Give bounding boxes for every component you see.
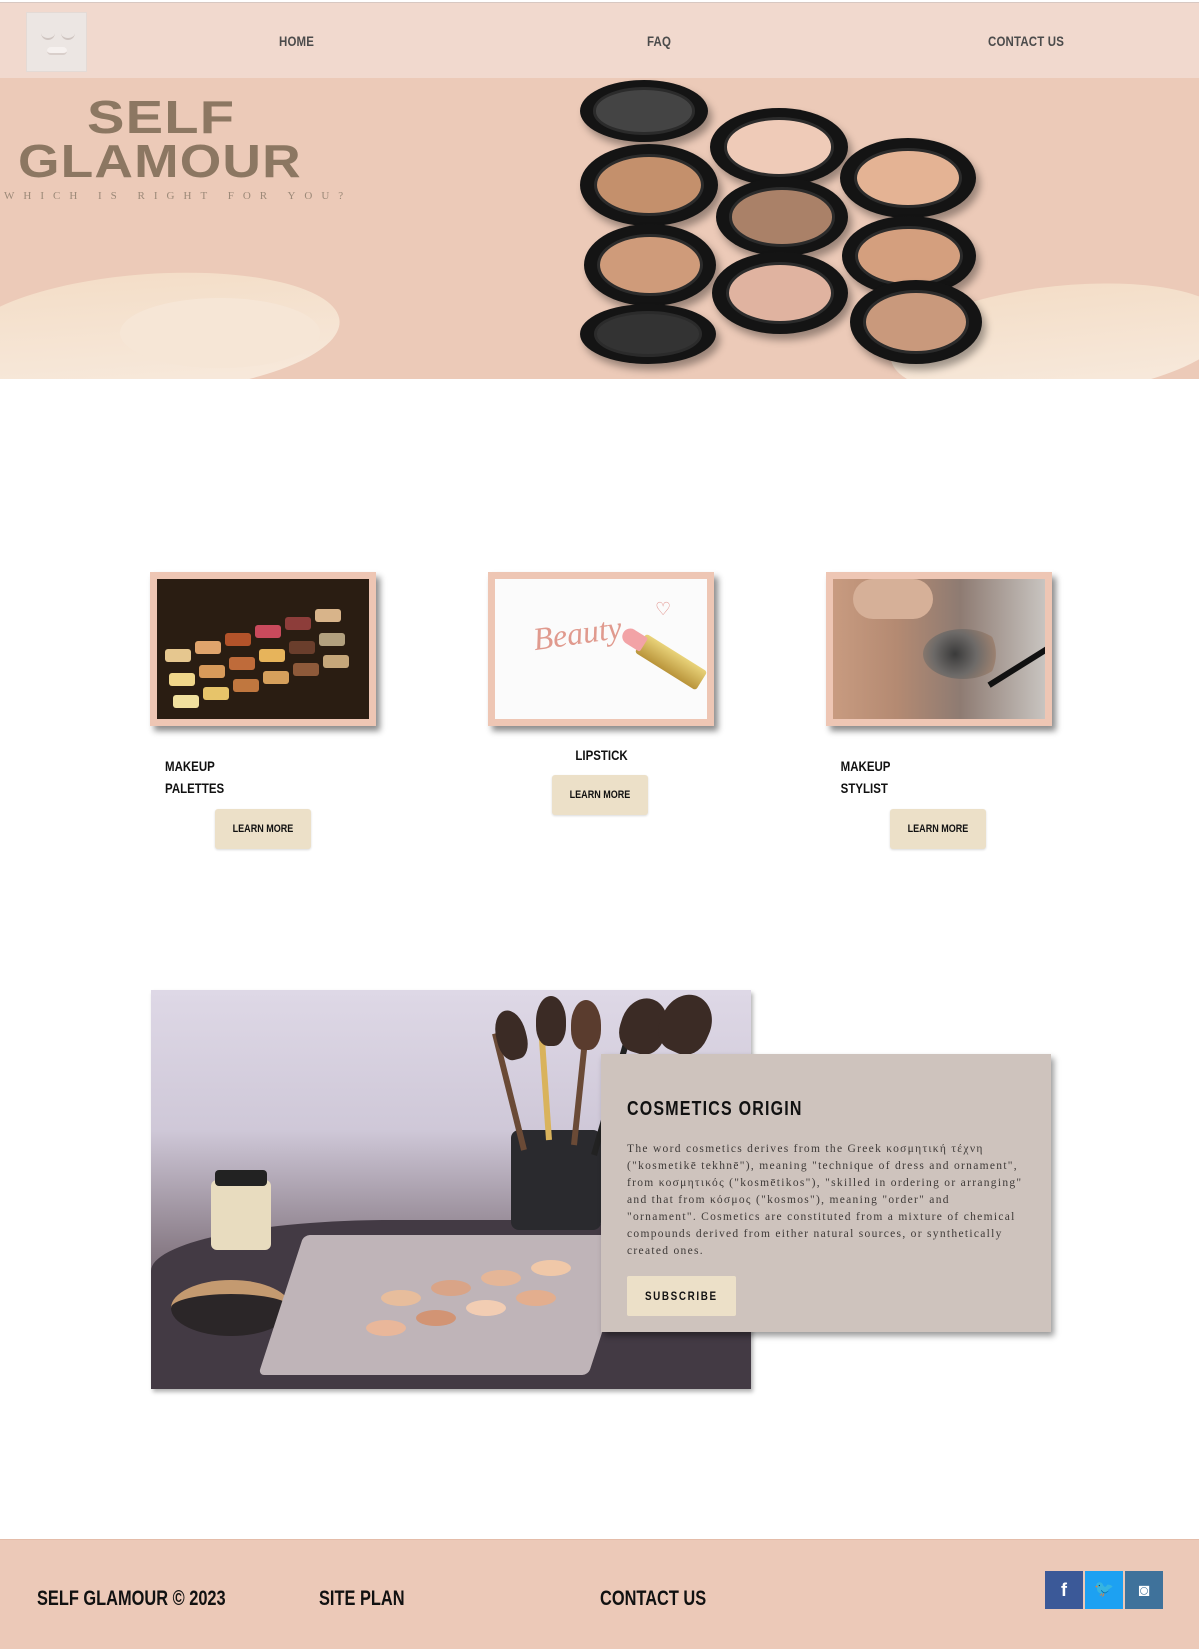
nav-contact-link[interactable]: CONTACT US xyxy=(988,33,1064,49)
powder-compacts-image xyxy=(580,80,1040,370)
button-label: LEARN MORE xyxy=(907,823,969,835)
palette-tray-shape xyxy=(258,1235,634,1375)
learn-more-button-lipstick[interactable]: LEARN MORE xyxy=(552,775,648,815)
instagram-glyph: ◙ xyxy=(1138,1580,1150,1600)
site-footer: SELF GLAMOUR © 2023 SITE PLAN CONTACT US… xyxy=(0,1539,1199,1649)
powder-jar-shape xyxy=(211,1170,271,1250)
hero-title: GLAMOUR xyxy=(18,135,302,187)
footer-contact-link[interactable]: CONTACT US xyxy=(600,1587,706,1611)
site-logo[interactable] xyxy=(26,12,87,72)
instagram-icon[interactable]: ◙ xyxy=(1125,1571,1163,1609)
card-label-line: STYLIST xyxy=(840,780,888,796)
heart-icon: ♡ xyxy=(655,599,672,619)
hero-brushstroke xyxy=(120,298,320,368)
eyelash-icon xyxy=(41,33,55,40)
beauty-script-text: Beauty xyxy=(530,608,624,658)
twitter-glyph: 🐦 xyxy=(1094,1581,1114,1598)
origin-title: COSMETICS ORIGIN xyxy=(627,1098,803,1120)
card-image-lipstick[interactable]: Beauty ♡ xyxy=(488,572,714,726)
hero-tagline: WHICH IS RIGHT FOR YOU? xyxy=(4,190,353,202)
mascara-eye-image xyxy=(833,579,1045,719)
card-label-makeup-palettes: MAKEUP PALETTES xyxy=(165,755,225,799)
hero-banner: SELF GLAMOUR WHICH IS RIGHT FOR YOU? xyxy=(0,78,1199,379)
card-label-lipstick: LIPSTICK xyxy=(575,744,628,766)
top-nav: HOME FAQ CONTACT US xyxy=(0,2,1199,78)
footer-site-plan-link[interactable]: SITE PLAN xyxy=(319,1587,405,1611)
hand-shape xyxy=(853,579,933,619)
button-label: LEARN MORE xyxy=(232,823,294,835)
footer-copyright: SELF GLAMOUR © 2023 xyxy=(37,1587,226,1610)
card-image-makeup-stylist[interactable] xyxy=(826,572,1052,726)
origin-paragraph: The word cosmetics derives from the Gree… xyxy=(627,1143,1023,1257)
facebook-icon[interactable]: f xyxy=(1045,1571,1083,1609)
eyelid-shape xyxy=(923,629,1003,679)
lipstick-image: Beauty ♡ xyxy=(495,579,707,719)
card-label-line: PALETTES xyxy=(165,780,225,796)
card-label-line: LIPSTICK xyxy=(575,747,628,763)
subscribe-button[interactable]: SUBSCRIBE xyxy=(627,1276,736,1316)
card-label-line: MAKEUP xyxy=(165,758,215,774)
lipstick-icon xyxy=(634,633,707,691)
facebook-glyph: f xyxy=(1061,1580,1067,1600)
eyelash-icon xyxy=(61,33,75,40)
learn-more-button-stylist[interactable]: LEARN MORE xyxy=(890,809,986,849)
lips-icon xyxy=(47,47,67,55)
eyeshadow-palette-image xyxy=(157,579,369,719)
nav-home-link[interactable]: HOME xyxy=(279,33,314,49)
card-image-makeup-palettes[interactable] xyxy=(150,572,376,726)
cosmetics-origin-card: COSMETICS ORIGIN The word cosmetics deri… xyxy=(601,1054,1051,1332)
hero-title: SELF xyxy=(87,91,236,143)
nav-faq-link[interactable]: FAQ xyxy=(647,33,671,49)
card-label-line: MAKEUP xyxy=(840,758,891,774)
twitter-icon[interactable]: 🐦 xyxy=(1085,1571,1123,1609)
button-label: SUBSCRIBE xyxy=(645,1289,718,1303)
learn-more-button-palettes[interactable]: LEARN MORE xyxy=(215,809,311,849)
card-label-makeup-stylist: MAKEUP STYLIST xyxy=(840,755,891,799)
button-label: LEARN MORE xyxy=(569,789,631,801)
